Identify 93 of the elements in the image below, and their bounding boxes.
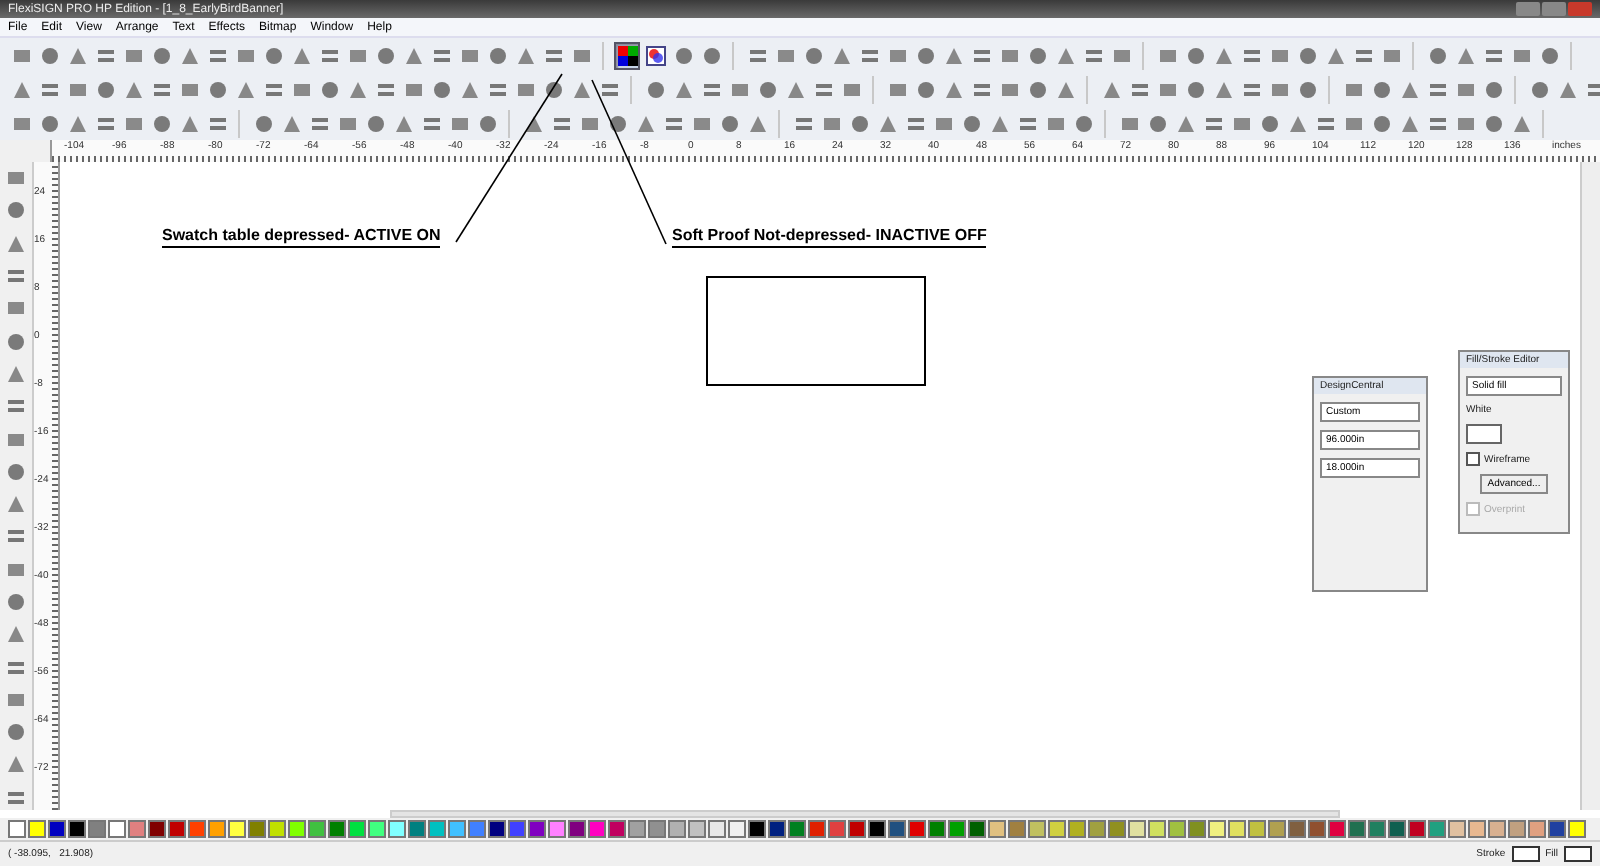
color-swatch[interactable] (908, 820, 926, 838)
color-swatch[interactable] (988, 820, 1006, 838)
color-swatch[interactable] (508, 820, 526, 838)
color-swatch[interactable] (1348, 820, 1366, 838)
fill-preview (1564, 846, 1592, 862)
color-swatch[interactable] (608, 820, 626, 838)
color-swatch[interactable] (228, 820, 246, 838)
color-swatch[interactable] (1048, 820, 1066, 838)
color-swatch[interactable] (8, 820, 26, 838)
color-swatch[interactable] (448, 820, 466, 838)
color-swatch[interactable] (868, 820, 886, 838)
color-swatch[interactable] (1068, 820, 1086, 838)
color-swatch[interactable] (268, 820, 286, 838)
color-swatch[interactable] (1208, 820, 1226, 838)
color-swatch[interactable] (428, 820, 446, 838)
color-swatch[interactable] (748, 820, 766, 838)
color-swatch[interactable] (848, 820, 866, 838)
color-swatch[interactable] (188, 820, 206, 838)
color-swatch[interactable] (368, 820, 386, 838)
color-swatch[interactable] (108, 820, 126, 838)
color-swatch[interactable] (968, 820, 986, 838)
checkbox[interactable] (1466, 452, 1480, 466)
color-swatch[interactable] (1168, 820, 1186, 838)
color-swatch[interactable] (788, 820, 806, 838)
color-swatch[interactable] (548, 820, 566, 838)
color-swatch[interactable] (468, 820, 486, 838)
color-swatch[interactable] (1428, 820, 1446, 838)
color-swatch[interactable] (1288, 820, 1306, 838)
color-swatch[interactable] (1028, 820, 1046, 838)
color-swatch[interactable] (1108, 820, 1126, 838)
color-swatch[interactable] (528, 820, 546, 838)
color-swatch[interactable] (1128, 820, 1146, 838)
color-swatch[interactable] (1468, 820, 1486, 838)
color-swatch[interactable] (328, 820, 346, 838)
color-swatch[interactable] (1308, 820, 1326, 838)
color-swatch[interactable] (588, 820, 606, 838)
color-swatch[interactable] (928, 820, 946, 838)
color-swatch[interactable] (1268, 820, 1286, 838)
color-swatch[interactable] (1088, 820, 1106, 838)
color-swatch[interactable] (1008, 820, 1026, 838)
scrollbar-thumb[interactable] (390, 810, 1340, 818)
color-swatch[interactable] (1448, 820, 1466, 838)
color-swatch[interactable] (1148, 820, 1166, 838)
color-swatch[interactable] (148, 820, 166, 838)
ruler-corner[interactable] (0, 140, 52, 162)
color-swatch[interactable] (1508, 820, 1526, 838)
color-swatch[interactable] (1408, 820, 1426, 838)
color-swatch[interactable] (288, 820, 306, 838)
color-swatch[interactable] (348, 820, 366, 838)
color-swatch[interactable] (828, 820, 846, 838)
soft-proof-button[interactable] (642, 41, 668, 69)
stroke-preview (1511, 846, 1540, 862)
color-swatch[interactable] (1328, 820, 1346, 838)
color-swatch[interactable] (1228, 820, 1246, 838)
color-swatch[interactable] (68, 820, 86, 838)
color-swatch[interactable] (768, 820, 786, 838)
rectangle-shape[interactable] (706, 276, 926, 386)
color-grid-icon (617, 45, 637, 65)
annotation-text: Swatch table depressed- ACTIVE ON (162, 226, 441, 248)
vertical-scrollbar[interactable] (1580, 162, 1600, 810)
color-swatch[interactable] (888, 820, 906, 838)
color-swatch[interactable] (668, 820, 686, 838)
color-swatch[interactable] (88, 820, 106, 838)
color-swatch[interactable] (128, 820, 146, 838)
color-swatch[interactable] (1488, 820, 1506, 838)
color-swatch[interactable] (1388, 820, 1406, 838)
color-swatch[interactable] (308, 820, 326, 838)
color-swatch[interactable] (1548, 820, 1566, 838)
color-swatch[interactable] (48, 820, 66, 838)
color-swatch[interactable] (1188, 820, 1206, 838)
color-wheel-icon (645, 45, 665, 65)
color-swatch[interactable] (388, 820, 406, 838)
color-swatch[interactable] (648, 820, 666, 838)
color-swatch[interactable] (1568, 820, 1586, 838)
color-swatch[interactable] (28, 820, 46, 838)
color-swatch[interactable] (168, 820, 186, 838)
color-swatch[interactable] (688, 820, 706, 838)
annotation-text: Soft Proof Not-depressed- INACTIVE OFF (672, 226, 987, 248)
color-swatch[interactable] (628, 820, 646, 838)
color-swatch[interactable] (1528, 820, 1546, 838)
color-swatch[interactable] (808, 820, 826, 838)
color-swatch[interactable] (208, 820, 226, 838)
color-swatch[interactable] (948, 820, 966, 838)
color-swatch[interactable] (248, 820, 266, 838)
color-swatch[interactable] (728, 820, 746, 838)
color-picker[interactable] (1466, 424, 1502, 444)
color-swatch[interactable] (708, 820, 726, 838)
color-swatch[interactable] (408, 820, 426, 838)
color-swatch[interactable] (1248, 820, 1266, 838)
swatch-table-button[interactable] (614, 41, 640, 69)
color-swatch[interactable] (568, 820, 586, 838)
color-swatch[interactable] (1368, 820, 1386, 838)
color-swatch[interactable] (488, 820, 506, 838)
